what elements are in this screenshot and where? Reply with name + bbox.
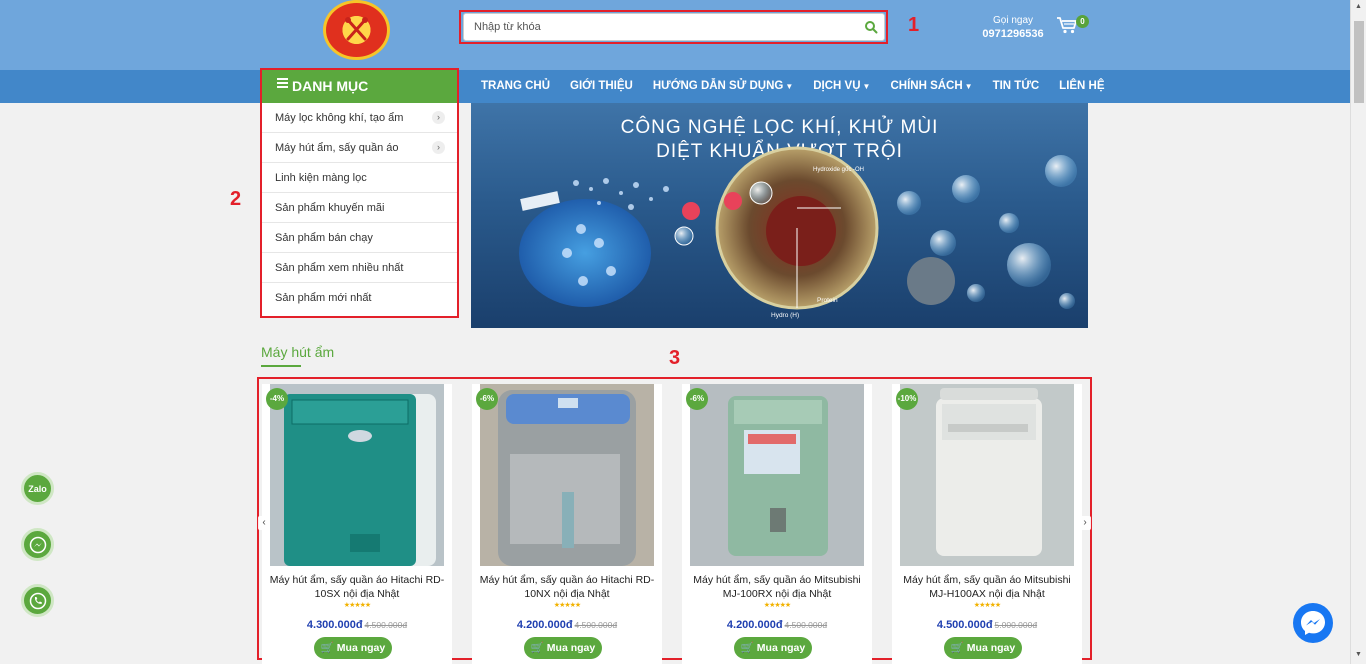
annotation-number-3: 3	[669, 347, 681, 369]
banner-label-hydro: Hydro (H)	[771, 312, 799, 319]
product-card[interactable]: -10% Máy hút ẩm, sấy quần áo Mitsubishi …	[892, 384, 1082, 664]
banner-label-protein: Protein	[817, 297, 838, 304]
hotline[interactable]: Gọi ngay 0971296536	[978, 15, 1048, 40]
product-price: 4.500.000đ	[936, 619, 993, 631]
scrollbar-thumb[interactable]	[1354, 21, 1364, 103]
product-card[interactable]: -6% Máy hút ẩm, sấy quần áo Mitsubishi M…	[682, 384, 872, 664]
product-name[interactable]: Máy hút ẩm, sấy quần áo Hitachi RD-10SX …	[268, 573, 446, 601]
nav-item-about[interactable]: GIỚI THIỆU	[560, 70, 643, 103]
messenger-icon	[29, 536, 46, 553]
phone-button[interactable]	[21, 584, 54, 617]
site-logo[interactable]	[323, 0, 390, 60]
hotline-number[interactable]: 0971296536	[978, 28, 1048, 40]
cart-icon: 🛒	[740, 642, 754, 654]
chevron-down-icon: ▼	[964, 82, 973, 91]
rating-stars: ★★★★★	[343, 602, 371, 609]
scroll-up-arrow[interactable]: ▲	[1355, 3, 1362, 10]
buy-now-button[interactable]: 🛒 Mua ngay	[944, 637, 1022, 659]
product-image[interactable]	[480, 384, 654, 566]
discount-badge: -6%	[476, 388, 498, 410]
scroll-down-arrow[interactable]: ▼	[1355, 651, 1362, 658]
nav-item-policy[interactable]: CHÍNH SÁCH ▼	[880, 70, 982, 103]
discount-badge: -6%	[686, 388, 708, 410]
rating-stars: ★★★★★	[973, 602, 1001, 609]
rating-stars: ★★★★★	[553, 602, 581, 609]
messenger-icon	[1301, 611, 1325, 635]
cart-icon: 🛒	[950, 642, 964, 654]
messenger-chat-button[interactable]	[1293, 603, 1333, 643]
messenger-button[interactable]	[21, 528, 54, 561]
section-title[interactable]: Máy hút ẩm	[261, 344, 334, 360]
chevron-down-icon: ▼	[785, 82, 794, 91]
cart-icon[interactable]	[1056, 16, 1078, 34]
zalo-button[interactable]: Zalo	[21, 472, 54, 505]
carousel-prev-button[interactable]: ‹	[258, 516, 270, 530]
banner-label-hydroxide: Hydroxide gốc -OH	[813, 167, 864, 173]
buy-now-button[interactable]: 🛒 Mua ngay	[314, 637, 392, 659]
page-scrollbar[interactable]: ▲ ▼	[1350, 0, 1366, 664]
product-old-price: 4.500.000đ	[364, 620, 408, 630]
product-image[interactable]	[690, 384, 864, 566]
product-name[interactable]: Máy hút ẩm, sấy quần áo Hitachi RD-10NX …	[478, 573, 656, 601]
product-price: 4.200.000đ	[516, 619, 573, 631]
product-card[interactable]: -4% Máy hút ẩm, sấy quần áo Hitachi RD-1…	[262, 384, 452, 664]
hero-banner[interactable]: CÔNG NGHỆ LỌC KHÍ, KHỬ MÙI DIỆT KHUẨN VƯ…	[471, 103, 1088, 328]
discount-badge: -4%	[266, 388, 288, 410]
product-old-price: 4.500.000đ	[784, 620, 828, 630]
nav-item-news[interactable]: TIN TỨC	[983, 70, 1050, 103]
product-image[interactable]	[900, 384, 1074, 566]
product-card[interactable]: -6% Máy hút ẩm, sấy quần áo Hitachi RD-1…	[472, 384, 662, 664]
phone-icon	[29, 592, 46, 609]
product-image[interactable]	[270, 384, 444, 566]
annotation-number-2: 2	[230, 188, 242, 210]
product-old-price: 4.500.000đ	[574, 620, 618, 630]
cart-icon: 🛒	[320, 642, 334, 654]
nav-item-guide[interactable]: HƯỚNG DẪN SỬ DỤNG ▼	[643, 70, 803, 103]
product-name[interactable]: Máy hút ẩm, sấy quần áo Mitsubishi MJ-H1…	[898, 573, 1076, 601]
banner-illustration: Hydroxide gốc -OH Protein Hydro (H)	[519, 146, 1077, 319]
chevron-down-icon: ▼	[862, 82, 871, 91]
discount-badge: -10%	[896, 388, 918, 410]
nav-item-home[interactable]: TRANG CHỦ	[471, 70, 560, 103]
annotation-number-1: 1	[908, 14, 920, 36]
annotation-frame-1	[459, 10, 888, 44]
hotline-label: Gọi ngay	[992, 15, 1034, 26]
product-price: 4.200.000đ	[726, 619, 783, 631]
section-underline	[261, 365, 301, 367]
nav-item-contact[interactable]: LIÊN HỆ	[1049, 70, 1114, 103]
main-nav: DANH MỤC TRANG CHỦ GIỚI THIỆU HƯỚNG DẪN …	[0, 70, 1350, 103]
buy-now-button[interactable]: 🛒 Mua ngay	[734, 637, 812, 659]
nav-item-services[interactable]: DỊCH VỤ ▼	[803, 70, 880, 103]
cart-icon: 🛒	[530, 642, 544, 654]
product-old-price: 5.000.000đ	[994, 620, 1038, 630]
carousel-next-button[interactable]: ›	[1079, 516, 1091, 530]
annotation-frame-2	[260, 68, 459, 318]
product-price: 4.300.000đ	[306, 619, 363, 631]
zalo-icon: Zalo	[28, 483, 47, 494]
product-name[interactable]: Máy hút ẩm, sấy quần áo Mitsubishi MJ-10…	[688, 573, 866, 601]
cart-count-badge: 0	[1076, 15, 1089, 28]
rating-stars: ★★★★★	[763, 602, 791, 609]
buy-now-button[interactable]: 🛒 Mua ngay	[524, 637, 602, 659]
